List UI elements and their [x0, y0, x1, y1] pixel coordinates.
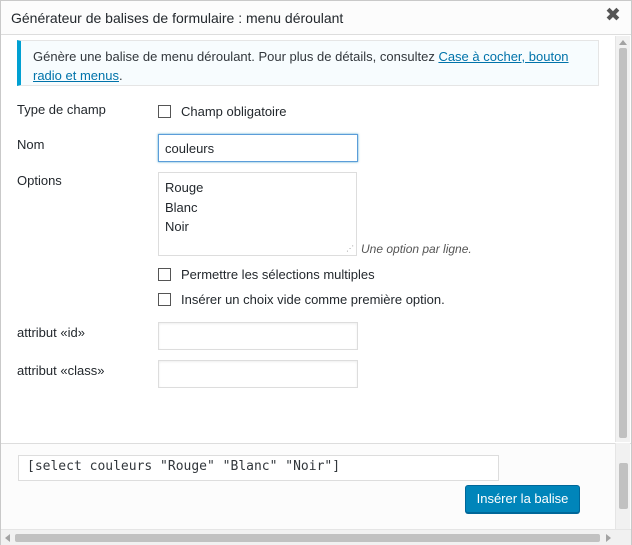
option-line: Rouge: [165, 180, 204, 195]
options-hint: Une option par ligne.: [361, 242, 472, 256]
name-input[interactable]: [158, 134, 358, 162]
horizontal-scrollbar-thumb[interactable]: [15, 534, 600, 542]
option-line: Noir: [165, 219, 189, 234]
info-notice: Génère une balise de menu déroulant. Pou…: [17, 40, 599, 86]
close-icon[interactable]: ✖: [603, 6, 623, 26]
dialog-title: Générateur de balises de formulaire : me…: [11, 10, 344, 26]
body-scrollbar[interactable]: [615, 36, 630, 442]
field-type-label: Type de champ: [17, 102, 106, 117]
horizontal-scrollbar[interactable]: [1, 529, 631, 545]
multiple-checkbox-label: Permettre les sélections multiples: [181, 267, 375, 282]
blank-first-checkbox[interactable]: [158, 293, 171, 306]
required-checkbox-label: Champ obligatoire: [181, 104, 287, 119]
scrollbar-thumb[interactable]: [619, 48, 627, 438]
tag-output-field[interactable]: [select couleurs "Rouge" "Blanc" "Noir"]: [18, 455, 499, 481]
blank-first-checkbox-label: Insérer un choix vide comme première opt…: [181, 292, 445, 307]
multiple-checkbox[interactable]: [158, 268, 171, 281]
class-attr-label: attribut «class»: [17, 363, 105, 378]
scroll-up-icon[interactable]: [619, 40, 627, 45]
scroll-right-icon[interactable]: [606, 534, 611, 542]
scrollbar-thumb[interactable]: [619, 463, 628, 509]
notice-suffix: .: [119, 68, 123, 83]
resize-grip-icon[interactable]: ⋰: [346, 245, 354, 253]
scroll-left-icon[interactable]: [5, 534, 10, 542]
tag-generator-dialog: Générateur de balises de formulaire : me…: [0, 0, 632, 545]
id-attr-label: attribut «id»: [17, 325, 85, 340]
dialog-body: Génère une balise de menu déroulant. Pou…: [1, 36, 614, 442]
class-attr-input[interactable]: [158, 360, 358, 388]
required-checkbox[interactable]: [158, 105, 171, 118]
id-attr-input[interactable]: [158, 322, 358, 350]
name-label: Nom: [17, 137, 45, 152]
dialog-titlebar: Générateur de balises de formulaire : me…: [1, 1, 631, 35]
options-textarea[interactable]: Rouge Blanc Noir ⋰: [158, 172, 357, 256]
footer-scrollbar[interactable]: [615, 443, 630, 529]
option-line: Blanc: [165, 199, 198, 215]
options-label: Options: [17, 173, 62, 188]
notice-text: Génère une balise de menu déroulant. Pou…: [33, 49, 439, 64]
insert-tag-button[interactable]: Insérer la balise: [465, 485, 580, 513]
